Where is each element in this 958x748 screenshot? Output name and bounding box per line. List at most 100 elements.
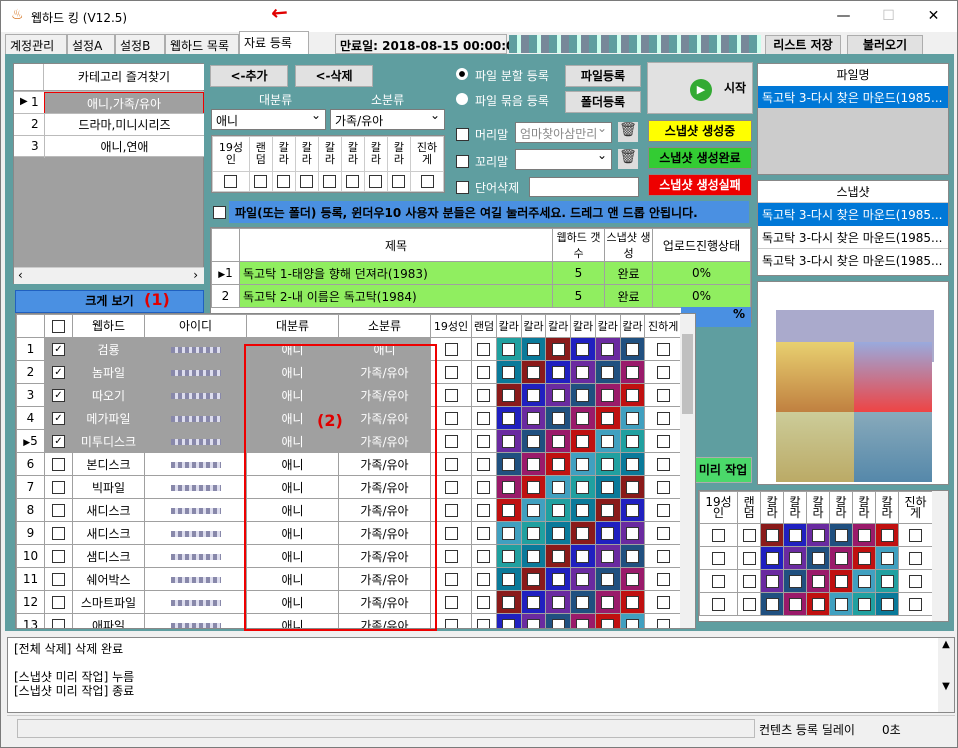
close-button[interactable]: ✕ xyxy=(911,1,956,32)
color-checkbox[interactable] xyxy=(880,529,894,542)
random-checkbox[interactable] xyxy=(742,529,756,542)
color-checkbox[interactable] xyxy=(526,412,540,425)
color-checkbox[interactable] xyxy=(601,573,615,586)
color-checkbox[interactable] xyxy=(551,481,565,494)
color-checkbox[interactable] xyxy=(576,389,590,402)
bold-checkbox[interactable] xyxy=(656,366,670,379)
flag-checkbox[interactable] xyxy=(277,175,291,189)
split-radio[interactable] xyxy=(456,68,468,80)
notice-checkbox[interactable] xyxy=(213,206,226,219)
color-checkbox[interactable] xyxy=(601,458,615,471)
color-checkbox[interactable] xyxy=(601,481,615,494)
adult-checkbox[interactable] xyxy=(444,619,458,628)
color-checkbox[interactable] xyxy=(625,619,639,628)
tab-account[interactable]: 계정관리 xyxy=(5,34,67,54)
color-checkbox[interactable] xyxy=(788,575,802,588)
flag-checkbox[interactable] xyxy=(420,175,434,189)
color-checkbox[interactable] xyxy=(526,458,540,471)
color-checkbox[interactable] xyxy=(526,573,540,586)
color-checkbox[interactable] xyxy=(788,552,802,565)
select-all-checkbox[interactable] xyxy=(52,320,65,333)
color-checkbox[interactable] xyxy=(551,573,565,586)
color-checkbox[interactable] xyxy=(526,389,540,402)
folder-register-button[interactable]: 폴더등록 xyxy=(565,91,641,113)
minor-category-select[interactable]: 가족/유아 xyxy=(330,108,445,130)
table-row[interactable] xyxy=(698,592,933,616)
color-checkbox[interactable] xyxy=(502,458,516,471)
log-scrollbar[interactable]: ▲ ▼ xyxy=(938,638,954,712)
color-checkbox[interactable] xyxy=(551,458,565,471)
h-scrollbar[interactable]: ‹ › xyxy=(14,267,204,284)
row-checkbox[interactable] xyxy=(52,573,65,586)
color-checkbox[interactable] xyxy=(811,529,825,542)
color-checkbox[interactable] xyxy=(834,552,848,565)
flag-checkbox[interactable] xyxy=(300,175,314,189)
adult-checkbox[interactable] xyxy=(444,458,458,471)
random-checkbox[interactable] xyxy=(742,598,756,611)
color-checkbox[interactable] xyxy=(526,343,540,356)
tab-setting-b[interactable]: 설정B xyxy=(115,34,165,54)
adult-checkbox[interactable] xyxy=(444,596,458,609)
add-category-button[interactable]: <-추가 xyxy=(210,65,288,87)
adult-checkbox[interactable] xyxy=(444,481,458,494)
color-checkbox[interactable] xyxy=(625,343,639,356)
file-register-button[interactable]: 파일등록 xyxy=(565,65,641,87)
bold-checkbox[interactable] xyxy=(656,458,670,471)
color-checkbox[interactable] xyxy=(551,527,565,540)
color-checkbox[interactable] xyxy=(576,412,590,425)
bold-checkbox[interactable] xyxy=(656,389,670,402)
row-checkbox[interactable] xyxy=(52,596,65,609)
color-checkbox[interactable] xyxy=(625,389,639,402)
random-checkbox[interactable] xyxy=(477,366,491,379)
adult-checkbox[interactable] xyxy=(444,389,458,402)
color-checkbox[interactable] xyxy=(625,458,639,471)
color-checkbox[interactable] xyxy=(526,435,540,448)
color-checkbox[interactable] xyxy=(502,481,516,494)
color-checkbox[interactable] xyxy=(526,504,540,517)
color-checkbox[interactable] xyxy=(625,527,639,540)
color-checkbox[interactable] xyxy=(551,366,565,379)
file-row[interactable]: ▶1 독고탁 1-태양을 향해 던져라(1983) 5 완료 0% xyxy=(211,261,751,285)
bold-checkbox[interactable] xyxy=(656,481,670,494)
favorite-row-2[interactable]: 2 드라마,미니시리즈 xyxy=(14,113,204,136)
tab-data-register[interactable]: 자료 등록 xyxy=(239,31,309,54)
color-checkbox[interactable] xyxy=(502,550,516,563)
random-checkbox[interactable] xyxy=(477,458,491,471)
flag-checkbox[interactable] xyxy=(346,175,360,189)
color-checkbox[interactable] xyxy=(811,575,825,588)
color-checkbox[interactable] xyxy=(551,412,565,425)
color-checkbox[interactable] xyxy=(625,481,639,494)
color-checkbox[interactable] xyxy=(625,573,639,586)
flag-checkbox[interactable] xyxy=(392,175,406,189)
random-checkbox[interactable] xyxy=(742,575,756,588)
expand-view-button[interactable]: 크게 보기 xyxy=(15,290,204,313)
file-row[interactable]: 2 독고탁 2-내 이름은 독고탁(1984) 5 완료 0% xyxy=(211,284,751,308)
word-delete-input[interactable] xyxy=(529,177,639,197)
adult-checkbox[interactable] xyxy=(444,343,458,356)
bold-checkbox[interactable] xyxy=(656,343,670,356)
head-select[interactable]: 엄마찾아삼만리 xyxy=(515,121,612,143)
color-checkbox[interactable] xyxy=(502,389,516,402)
bold-checkbox[interactable] xyxy=(656,504,670,517)
color-checkbox[interactable] xyxy=(601,435,615,448)
random-checkbox[interactable] xyxy=(477,343,491,356)
tail-checkbox[interactable] xyxy=(456,155,469,168)
adult-checkbox[interactable] xyxy=(444,366,458,379)
bold-checkbox[interactable] xyxy=(909,552,922,565)
row-checkbox[interactable]: ✓ xyxy=(52,389,65,402)
color-checkbox[interactable] xyxy=(576,619,590,628)
adult-checkbox[interactable] xyxy=(444,435,458,448)
adult-checkbox[interactable] xyxy=(444,550,458,563)
color-checkbox[interactable] xyxy=(625,504,639,517)
color-checkbox[interactable] xyxy=(601,550,615,563)
color-checkbox[interactable] xyxy=(788,529,802,542)
color-checkbox[interactable] xyxy=(576,481,590,494)
color-checkbox[interactable] xyxy=(601,366,615,379)
adult-checkbox[interactable] xyxy=(444,527,458,540)
random-checkbox[interactable] xyxy=(477,481,491,494)
color-checkbox[interactable] xyxy=(857,598,871,611)
color-checkbox[interactable] xyxy=(834,575,848,588)
color-checkbox[interactable] xyxy=(765,529,779,542)
color-checkbox[interactable] xyxy=(601,504,615,517)
bold-checkbox[interactable] xyxy=(656,412,670,425)
